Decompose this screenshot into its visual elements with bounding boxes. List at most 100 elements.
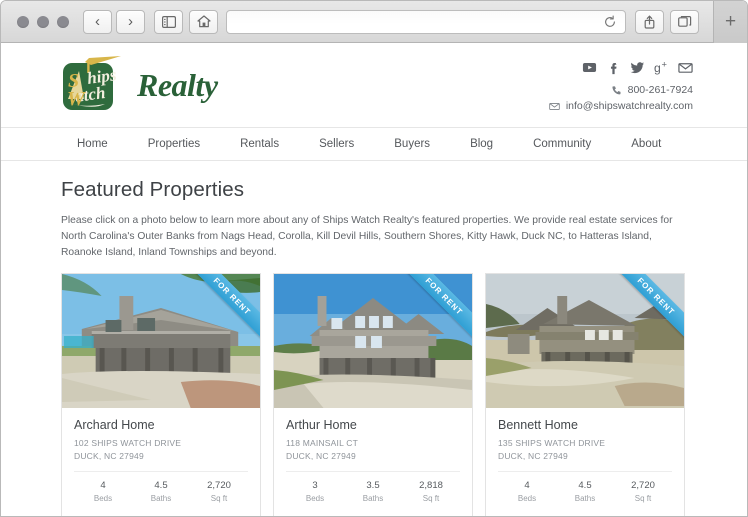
baths-value: 3.5 xyxy=(366,480,380,492)
property-address-line1: 102 SHIPS WATCH DRIVE xyxy=(74,437,182,448)
navigation-buttons: ‹ › xyxy=(83,9,145,34)
stat-beds: 3 Beds xyxy=(286,480,344,503)
plus-icon: + xyxy=(724,11,737,32)
property-card[interactable]: FOR RENT Arthur Home 118 MAINSAIL CT DUC… xyxy=(273,272,473,516)
social-links: g + xyxy=(549,60,693,75)
main-navigation: Home Properties Rentals Sellers Buyers B… xyxy=(1,127,747,161)
intro-paragraph: Please click on a photo below to learn m… xyxy=(61,215,673,258)
property-photo[interactable]: FOR RENT xyxy=(62,273,260,408)
stat-sqft: 2,720 Sq ft xyxy=(614,480,672,503)
property-grid-row-1: FOR RENT Archard Home 102 SHIPS WATCH DR… xyxy=(61,272,693,516)
property-card[interactable]: FOR RENT Archard Home 102 SHIPS WATCH DR… xyxy=(61,272,261,516)
stat-baths: 4.5 Baths xyxy=(556,480,614,503)
property-stats: 4 Beds 4.5 Baths 2,720 Sq ft xyxy=(74,471,248,512)
zoom-window-button[interactable] xyxy=(57,15,69,28)
site-logo[interactable]: hips atch S W Realty xyxy=(59,54,218,117)
home-button[interactable] xyxy=(189,9,218,34)
property-title: Bennett Home xyxy=(498,417,578,432)
phone-icon xyxy=(612,85,621,94)
sqft-value: 2,818 xyxy=(419,480,443,492)
facebook-icon[interactable] xyxy=(606,60,621,75)
home-icon xyxy=(196,15,211,28)
ships-watch-emblem-icon: hips atch S W xyxy=(63,55,121,110)
back-button[interactable]: ‹ xyxy=(83,9,112,34)
nav-item-blog[interactable]: Blog xyxy=(450,138,513,150)
property-photo[interactable]: FOR RENT xyxy=(274,273,472,408)
svg-text:W: W xyxy=(67,88,86,110)
nav-item-buyers[interactable]: Buyers xyxy=(374,138,450,150)
chevron-left-icon: ‹ xyxy=(95,13,100,30)
sqft-value: 2,720 xyxy=(631,480,655,492)
browser-toolbar: ‹ › + xyxy=(1,1,747,43)
stat-sqft: 2,720 Sq ft xyxy=(190,480,248,503)
email-icon[interactable] xyxy=(678,60,693,75)
page-content: Featured Properties Please click on a ph… xyxy=(1,178,747,516)
property-address-line2: DUCK, NC 27949 xyxy=(74,450,144,461)
sqft-value: 2,720 xyxy=(207,480,231,492)
baths-label: Baths xyxy=(362,494,384,504)
sqft-label: Sq ft xyxy=(422,494,440,504)
forward-button[interactable]: › xyxy=(116,9,145,34)
share-icon xyxy=(644,15,655,29)
nav-item-sellers[interactable]: Sellers xyxy=(299,138,374,150)
property-title: Arthur Home xyxy=(286,417,357,432)
email-address: info@shipswatchrealty.com xyxy=(565,100,693,112)
property-info: Bennett Home 135 SHIPS WATCH DRIVE DUCK,… xyxy=(486,408,684,516)
nav-item-community[interactable]: Community xyxy=(513,138,611,150)
logo-wordmark: Realty xyxy=(137,66,218,103)
sqft-label: Sq ft xyxy=(210,494,228,504)
chevron-right-icon: › xyxy=(128,13,133,30)
site-header: hips atch S W Realty g + 800-261-7924 in… xyxy=(1,43,747,127)
baths-value: 4.5 xyxy=(578,480,592,492)
beds-value: 4 xyxy=(100,480,106,492)
share-button[interactable] xyxy=(635,9,664,34)
property-address-line2: DUCK, NC 27949 xyxy=(286,450,356,461)
sidebar-toggle-button[interactable] xyxy=(154,9,183,34)
property-photo[interactable]: FOR RENT xyxy=(486,273,684,408)
address-input[interactable] xyxy=(235,15,603,28)
property-address-line1: 135 SHIPS WATCH DRIVE xyxy=(498,437,606,448)
property-address-line2: DUCK, NC 27949 xyxy=(498,450,568,461)
show-tabs-icon xyxy=(677,16,691,27)
beds-value: 3 xyxy=(312,480,318,492)
sidebar-icon xyxy=(161,15,176,28)
nav-item-about[interactable]: About xyxy=(611,138,681,150)
reload-icon[interactable] xyxy=(603,14,617,29)
new-tab-button[interactable]: + xyxy=(713,1,747,43)
baths-label: Baths xyxy=(150,494,172,504)
youtube-icon[interactable] xyxy=(582,60,597,75)
nav-item-rentals[interactable]: Rentals xyxy=(220,138,299,150)
baths-value: 4.5 xyxy=(154,480,168,492)
phone-line[interactable]: 800-261-7924 xyxy=(549,84,693,96)
address-bar[interactable] xyxy=(226,9,626,34)
browser-window: ‹ › + hips atch S W Realty g + 800-261-7… xyxy=(0,0,748,517)
ships-watch-logo-mark: hips atch S W xyxy=(59,54,131,117)
twitter-icon[interactable] xyxy=(630,60,645,75)
envelope-icon xyxy=(549,102,560,110)
window-traffic-lights xyxy=(17,15,69,28)
sqft-label: Sq ft xyxy=(634,494,652,504)
email-line[interactable]: info@shipswatchrealty.com xyxy=(549,100,693,112)
page-title: Featured Properties xyxy=(61,178,245,201)
webpage-viewport: hips atch S W Realty g + 800-261-7924 in… xyxy=(1,43,747,516)
nav-item-properties[interactable]: Properties xyxy=(128,138,220,150)
stat-sqft: 2,818 Sq ft xyxy=(402,480,460,503)
property-info: Arthur Home 118 MAINSAIL CT DUCK, NC 279… xyxy=(274,408,472,516)
close-window-button[interactable] xyxy=(17,15,29,28)
show-all-tabs-button[interactable] xyxy=(670,9,699,34)
googleplus-icon[interactable]: g + xyxy=(654,60,669,76)
property-card[interactable]: FOR RENT Bennett Home 135 SHIPS WATCH DR… xyxy=(485,272,685,516)
stat-beds: 4 Beds xyxy=(74,480,132,503)
minimize-window-button[interactable] xyxy=(37,15,49,28)
header-contact-block: g + 800-261-7924 info@shipswatchrealty.co… xyxy=(549,58,693,112)
beds-value: 4 xyxy=(524,480,530,492)
property-stats: 4 Beds 4.5 Baths 2,720 Sq ft xyxy=(498,471,672,512)
toolbar-right-buttons xyxy=(635,9,699,34)
stat-baths: 3.5 Baths xyxy=(344,480,402,503)
property-title: Archard Home xyxy=(74,417,155,432)
phone-number: 800-261-7924 xyxy=(627,84,693,96)
nav-item-home[interactable]: Home xyxy=(59,138,128,150)
stat-baths: 4.5 Baths xyxy=(132,480,190,503)
svg-text:g: g xyxy=(654,61,661,75)
beds-label: Beds xyxy=(517,494,537,504)
